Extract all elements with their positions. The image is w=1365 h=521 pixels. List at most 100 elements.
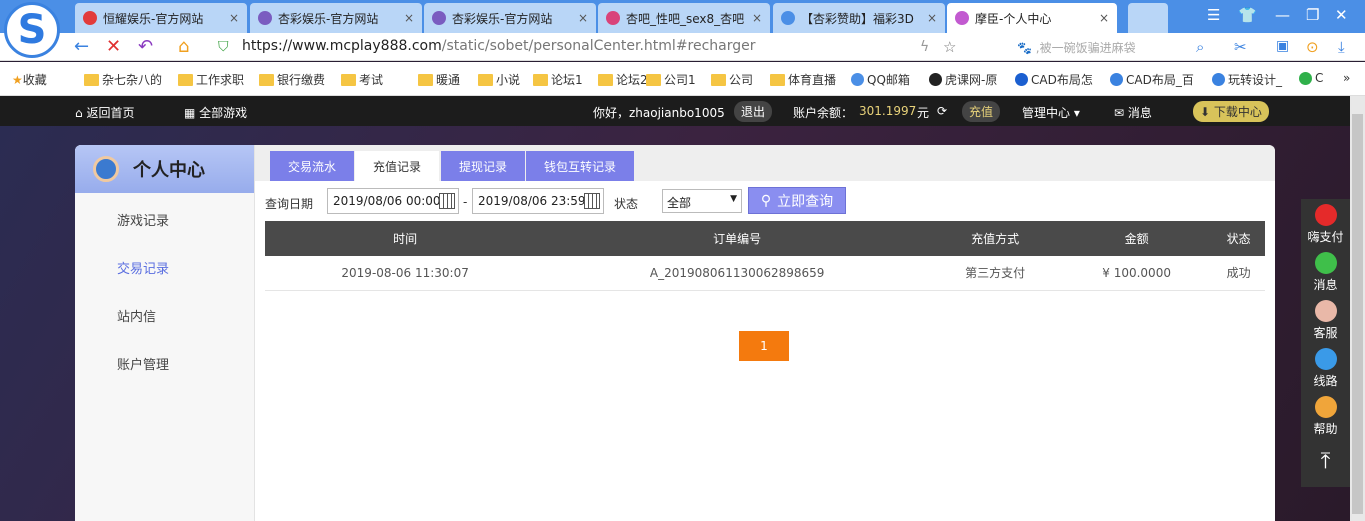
sidebar-item-transactions[interactable]: 交易记录 xyxy=(117,258,169,277)
floating-menu-item[interactable]: 帮助 xyxy=(1301,396,1350,437)
home-icon[interactable]: ⌂ xyxy=(178,36,189,57)
bookmark-item[interactable]: 工作求职 xyxy=(178,71,244,88)
manage-center-dropdown[interactable]: 管理中心 ▾ xyxy=(1022,104,1080,121)
floating-menu-item[interactable]: 客服 xyxy=(1301,300,1350,341)
calendar-icon[interactable] xyxy=(439,193,455,209)
browser-tab[interactable]: 杏吧_性吧_sex8_杏吧 × xyxy=(598,3,770,33)
home-link[interactable]: ⌂ 返回首页 xyxy=(75,104,134,121)
search-icon[interactable]: ⌕ xyxy=(1196,38,1204,56)
download-center-button[interactable]: ⬇ 下载中心 xyxy=(1193,101,1269,122)
logout-button[interactable]: 退出 xyxy=(734,101,773,122)
bookmark-item[interactable]: 公司 xyxy=(711,71,753,88)
stop-icon[interactable]: ✕ xyxy=(106,36,121,57)
tab-wallet-transfer[interactable]: 钱包互转记录 xyxy=(526,151,634,181)
floating-menu-label: 帮助 xyxy=(1313,422,1338,436)
tab-title: 恒耀娱乐-官方网站 xyxy=(103,11,204,26)
scrollbar-thumb[interactable] xyxy=(1352,114,1363,514)
page-1-button[interactable]: 1 xyxy=(739,331,789,361)
floating-menu-item[interactable]: 嗨支付 xyxy=(1301,204,1350,245)
recharge-button[interactable]: 充值 xyxy=(962,101,1001,122)
search-input[interactable]: 🐾 ,被一碗饭骗进麻袋 xyxy=(1017,39,1136,56)
bookmark-item[interactable]: CAD布局怎 xyxy=(1015,71,1093,88)
bookmark-item[interactable]: 公司1 xyxy=(646,71,696,88)
records-table: 时间 订单编号 充值方式 金额 状态 2019-08-06 11:30:07 A_2019… xyxy=(265,221,1265,291)
browser-logo[interactable]: S xyxy=(4,2,60,58)
message-link[interactable]: ✉ 消息 xyxy=(1114,104,1152,121)
query-button[interactable]: ⚲ 立即查询 xyxy=(748,187,846,214)
bookmark-item[interactable]: QQ邮箱 xyxy=(851,71,910,88)
calendar-icon[interactable] xyxy=(584,193,600,209)
scrollbar[interactable] xyxy=(1350,96,1365,521)
help-icon xyxy=(1314,396,1337,418)
bookmark-item[interactable]: C xyxy=(1299,71,1323,85)
tab-close-icon[interactable]: × xyxy=(927,11,937,25)
star-icon[interactable]: ☆ xyxy=(943,38,956,56)
tab-close-icon[interactable]: × xyxy=(229,11,239,25)
favorites-button[interactable]: ★ 收藏 xyxy=(12,71,47,88)
bookmark-item[interactable]: 银行缴费 xyxy=(259,71,325,88)
browser-tab[interactable]: 【杏彩赞助】福彩3D × xyxy=(773,3,945,33)
bookmark-item[interactable]: 暖通 xyxy=(418,71,460,88)
bookmark-label: QQ邮箱 xyxy=(867,73,910,87)
back-to-top-icon[interactable]: ⤒ xyxy=(1301,449,1350,474)
download-label: 下载中心 xyxy=(1213,105,1262,119)
table-row: 2019-08-06 11:30:07 A_2019080611300628986… xyxy=(265,256,1265,291)
restore-icon[interactable]: ❐ xyxy=(1306,6,1319,24)
lightning-icon[interactable]: ϟ xyxy=(920,39,929,55)
browser-tab[interactable]: 摩臣-个人中心 × xyxy=(947,3,1117,33)
floating-menu-item[interactable]: 消息 xyxy=(1301,252,1350,293)
back-icon[interactable]: ← xyxy=(74,36,89,57)
folder-icon xyxy=(598,73,613,86)
bookmark-item[interactable]: 论坛2 xyxy=(598,71,648,88)
tab-close-icon[interactable]: × xyxy=(404,11,414,25)
browser-tab[interactable]: 杏彩娱乐-官方网站 × xyxy=(424,3,596,33)
tab-close-icon[interactable]: × xyxy=(752,11,762,25)
column-header: 金额 xyxy=(1061,221,1213,256)
minimize-icon[interactable]: — xyxy=(1275,6,1290,24)
bookmark-item[interactable]: 论坛1 xyxy=(533,71,583,88)
bookmark-label: 玩转设计_ xyxy=(1228,73,1283,87)
tab-close-icon[interactable]: × xyxy=(578,11,588,25)
tab-recharge-records[interactable]: 充值记录 xyxy=(355,151,439,181)
tab-close-icon[interactable]: × xyxy=(1099,11,1109,25)
scissors-icon[interactable]: ✂ xyxy=(1234,38,1247,56)
new-tab-button[interactable] xyxy=(1128,3,1168,33)
menu-icon[interactable]: ☰ xyxy=(1207,6,1220,24)
tab-withdraw-records[interactable]: 提现记录 xyxy=(441,151,525,181)
bookmark-item[interactable]: CAD布局_百 xyxy=(1110,71,1194,88)
more-bookmarks-icon[interactable]: » xyxy=(1343,71,1350,85)
undo-icon[interactable]: ↶ xyxy=(138,36,153,57)
download-icon[interactable]: ⤓ xyxy=(1338,38,1345,56)
more-icon[interactable]: ⊙ xyxy=(1306,38,1319,56)
status-select[interactable]: 全部 ▼ xyxy=(662,189,742,213)
close-window-icon[interactable]: ✕ xyxy=(1335,6,1348,24)
browser-tab[interactable]: 恒耀娱乐-官方网站 × xyxy=(75,3,247,33)
sidebar-item-account[interactable]: 账户管理 xyxy=(117,354,169,373)
folder-icon xyxy=(533,73,548,86)
floating-menu-item[interactable]: 线路 xyxy=(1301,348,1350,389)
tab-transaction-flow[interactable]: 交易流水 xyxy=(270,151,354,181)
url-input[interactable]: https://www.mcplay888.com/static/sobet/p… xyxy=(242,38,756,54)
bookmark-item[interactable]: 虎课网-原 xyxy=(929,71,997,88)
all-games-link[interactable]: ▦ 全部游戏 xyxy=(184,104,247,121)
bookmark-item[interactable]: 体育直播 xyxy=(770,71,836,88)
bookmark-item[interactable]: 杂七杂八的 xyxy=(84,71,162,88)
bookmark-item[interactable]: 玩转设计_ xyxy=(1212,71,1282,88)
date-from-input[interactable]: 2019/08/06 00:00 xyxy=(327,188,459,214)
folder-icon xyxy=(478,73,493,86)
sidebar-item-game-records[interactable]: 游戏记录 xyxy=(117,210,169,229)
sidebar-item-inbox[interactable]: 站内信 xyxy=(117,306,156,325)
bookmark-favicon-icon xyxy=(1015,73,1028,86)
skin-icon[interactable]: 👕 xyxy=(1238,6,1257,24)
date-to-input[interactable]: 2019/08/06 23:59 xyxy=(472,188,604,214)
browser-tab[interactable]: 杏彩娱乐-官方网站 × xyxy=(250,3,422,33)
bookmark-item[interactable]: 小说 xyxy=(478,71,520,88)
column-header: 订单编号 xyxy=(545,221,930,256)
refresh-icon[interactable]: ⟳ xyxy=(937,104,947,118)
translate-icon[interactable]: ▣ xyxy=(1276,38,1289,54)
floating-menu-label: 嗨支付 xyxy=(1307,230,1344,244)
currency: 元 xyxy=(917,106,930,120)
bookmark-item[interactable]: 考试 xyxy=(341,71,383,88)
bookmarks-bar: ★ 收藏 杂七杂八的 工作求职 银行缴费 考试 暖通 小说 论坛1 论坛2 公司1 公司 体育直播 QQ… xyxy=(0,62,1365,96)
folder-icon xyxy=(770,73,785,86)
